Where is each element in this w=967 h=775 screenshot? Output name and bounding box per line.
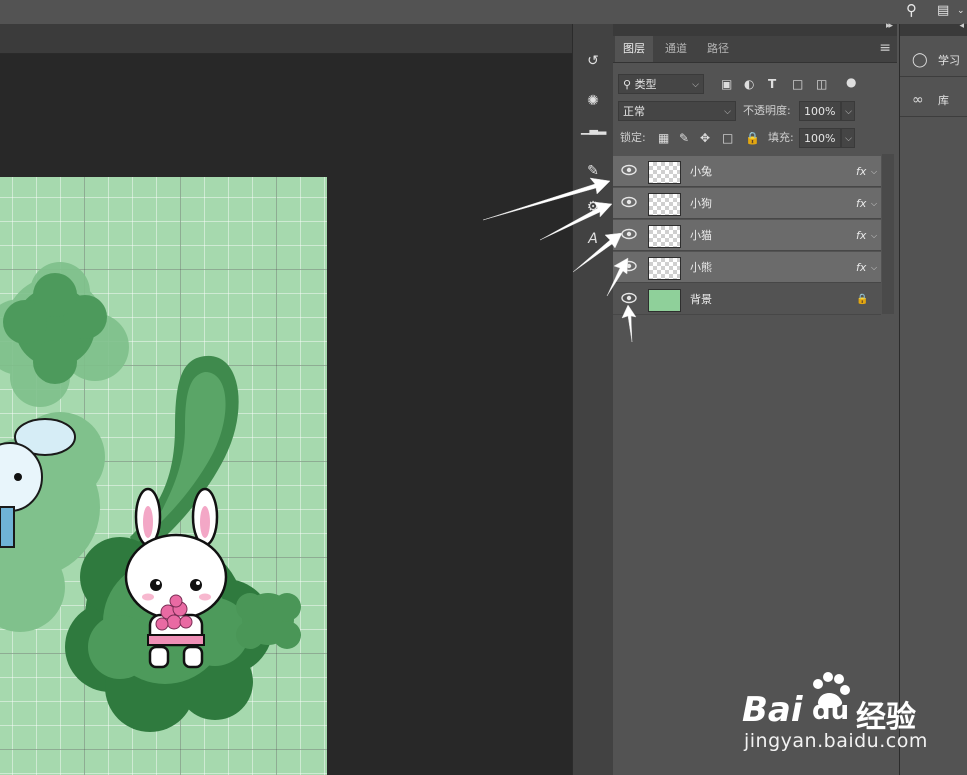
chevron-down-icon: ⌵ xyxy=(845,134,852,144)
eye-icon[interactable] xyxy=(621,228,637,240)
layer-thumbnail xyxy=(648,193,681,216)
collapse-icon[interactable]: ◂ xyxy=(959,21,963,31)
smart-object-filter-icon[interactable]: ◫ xyxy=(816,74,827,94)
right-collapse-bar[interactable]: ◂ xyxy=(900,21,967,36)
layer-thumbnail xyxy=(648,257,681,280)
workspace-icon[interactable]: ▤ xyxy=(937,3,949,18)
clone-source-icon[interactable]: ⚙ xyxy=(581,196,605,218)
baidu-jingyan-watermark: Bai du 经验 jingyan.baidu.com xyxy=(740,668,960,758)
application-bar: ⚲ ▤ ⌄ xyxy=(0,0,967,24)
layer-row[interactable]: 小兔 fx ⌵ xyxy=(613,156,881,187)
fill-label: 填充: xyxy=(768,131,794,144)
adjustment-filter-icon[interactable]: ◐ xyxy=(744,74,754,94)
blend-row: 正常 ⌵ 不透明度: 100% ⌵ xyxy=(613,100,897,126)
chevron-down-icon[interactable]: ⌄ xyxy=(957,6,965,16)
lock-image-icon[interactable]: ✎ xyxy=(679,128,689,148)
document-tab-bar xyxy=(0,24,572,54)
layer-name: 小猫 xyxy=(690,229,712,242)
lock-icon: 🔒 xyxy=(856,294,869,305)
canvas-area[interactable] xyxy=(0,54,572,775)
lock-label: 锁定: xyxy=(620,131,646,144)
watermark-brand-right: du xyxy=(812,696,850,726)
watermark-url: jingyan.baidu.com xyxy=(744,730,928,752)
character-icon[interactable]: A xyxy=(581,228,605,250)
search-icon: ⚲ xyxy=(623,78,635,91)
fill-dropdown[interactable]: ⌵ xyxy=(841,128,855,148)
layer-row[interactable]: 小猫 fx ⌵ xyxy=(613,220,881,251)
chevron-down-icon[interactable]: ⌵ xyxy=(871,220,877,251)
chevron-down-icon[interactable]: ⌵ xyxy=(871,252,877,283)
right-panel: ◂ ◯ 学习 ∞ 库 xyxy=(899,21,967,775)
watermark-brand-left: Bai xyxy=(742,690,803,730)
document-canvas[interactable] xyxy=(0,177,327,775)
fx-badge[interactable]: fx xyxy=(856,252,866,283)
opacity-input[interactable]: 100% xyxy=(799,101,841,121)
layer-thumbnail xyxy=(648,225,681,248)
layers-scrollbar[interactable] xyxy=(882,154,894,314)
shape-filter-icon[interactable]: □ xyxy=(792,74,803,94)
type-filter-icon[interactable]: T xyxy=(768,74,776,94)
blend-mode-select[interactable]: 正常 ⌵ xyxy=(618,101,736,121)
filter-toggle-icon[interactable]: ● xyxy=(846,72,856,92)
layer-row[interactable]: 小熊 fx ⌵ xyxy=(613,252,881,283)
layer-name: 小兔 xyxy=(690,165,712,178)
chevron-down-icon[interactable]: ⌵ xyxy=(871,156,877,187)
eye-icon[interactable] xyxy=(621,164,637,176)
history-icon[interactable]: ↺ xyxy=(581,50,605,72)
filter-kind-select[interactable]: ⚲ 类型 ⌵ xyxy=(618,74,704,94)
chevron-down-icon: ⌵ xyxy=(845,107,852,117)
canvas-artwork xyxy=(0,262,301,732)
background-layer-row[interactable]: 背景 🔒 xyxy=(613,284,881,315)
layer-row[interactable]: 小狗 fx ⌵ xyxy=(613,188,881,219)
opacity-dropdown[interactable]: ⌵ xyxy=(841,101,855,121)
histogram-icon[interactable]: ▁▃▂ xyxy=(581,118,606,140)
lock-position-icon[interactable]: ✥ xyxy=(700,128,710,148)
tab-paths[interactable]: 路径 xyxy=(699,36,737,62)
adjustments-icon[interactable]: ✺ xyxy=(581,90,605,112)
layer-name: 背景 xyxy=(690,293,712,306)
lock-artboard-icon[interactable]: □ xyxy=(722,128,733,148)
learn-panel-button[interactable]: ◯ 学习 xyxy=(900,46,967,77)
filter-row: ⚲ 类型 ⌵ ▣ ◐ T □ ◫ ● xyxy=(613,72,897,98)
eye-icon[interactable] xyxy=(621,260,637,272)
layer-name: 小狗 xyxy=(690,197,712,210)
opacity-label: 不透明度: xyxy=(743,104,791,117)
brush-settings-icon[interactable]: ✎ xyxy=(581,160,605,182)
libraries-panel-button[interactable]: ∞ 库 xyxy=(900,86,967,117)
eye-icon[interactable] xyxy=(621,292,637,304)
layer-thumbnail xyxy=(648,161,681,184)
fill-input[interactable]: 100% xyxy=(799,128,841,148)
panel-collapse-bar[interactable]: ▸▸ xyxy=(613,21,897,36)
search-icon[interactable]: ⚲ xyxy=(906,1,917,19)
layer-name: 小熊 xyxy=(690,261,712,274)
tab-channels[interactable]: 通道 xyxy=(657,36,695,62)
tab-layers[interactable]: 图层 xyxy=(615,36,653,62)
chevron-down-icon: ⌵ xyxy=(724,107,731,117)
chevron-down-icon: ⌵ xyxy=(692,80,699,90)
creative-cloud-icon: ∞ xyxy=(912,92,924,108)
libraries-label: 库 xyxy=(938,94,949,107)
fx-badge[interactable]: fx xyxy=(856,188,866,219)
lightbulb-icon: ◯ xyxy=(912,52,928,68)
lock-transparent-icon[interactable]: ▦ xyxy=(658,128,669,148)
panel-menu-icon[interactable]: ≡ xyxy=(879,40,891,56)
eye-icon[interactable] xyxy=(621,196,637,208)
panel-tabs: 图层 通道 路径 ≡ xyxy=(613,36,897,63)
collapse-icon[interactable]: ▸▸ xyxy=(886,21,893,31)
chevron-down-icon[interactable]: ⌵ xyxy=(871,188,877,219)
layers-panel: ▸▸ 图层 通道 路径 ≡ ⚲ 类型 ⌵ ▣ ◐ T □ ◫ ● 正常 ⌵ 不透… xyxy=(613,21,897,775)
pixel-filter-icon[interactable]: ▣ xyxy=(721,74,732,94)
fx-badge[interactable]: fx xyxy=(856,156,866,187)
fx-badge[interactable]: fx xyxy=(856,220,866,251)
layer-thumbnail xyxy=(648,289,681,312)
lock-row: 锁定: ▦ ✎ ✥ □ 🔒 填充: 100% ⌵ xyxy=(613,127,897,153)
collapsed-panel-strip: ↺ ✺ ▁▃▂ ✎ ⚙ A xyxy=(572,24,614,775)
learn-label: 学习 xyxy=(938,54,960,67)
lock-all-icon[interactable]: 🔒 xyxy=(745,128,760,148)
